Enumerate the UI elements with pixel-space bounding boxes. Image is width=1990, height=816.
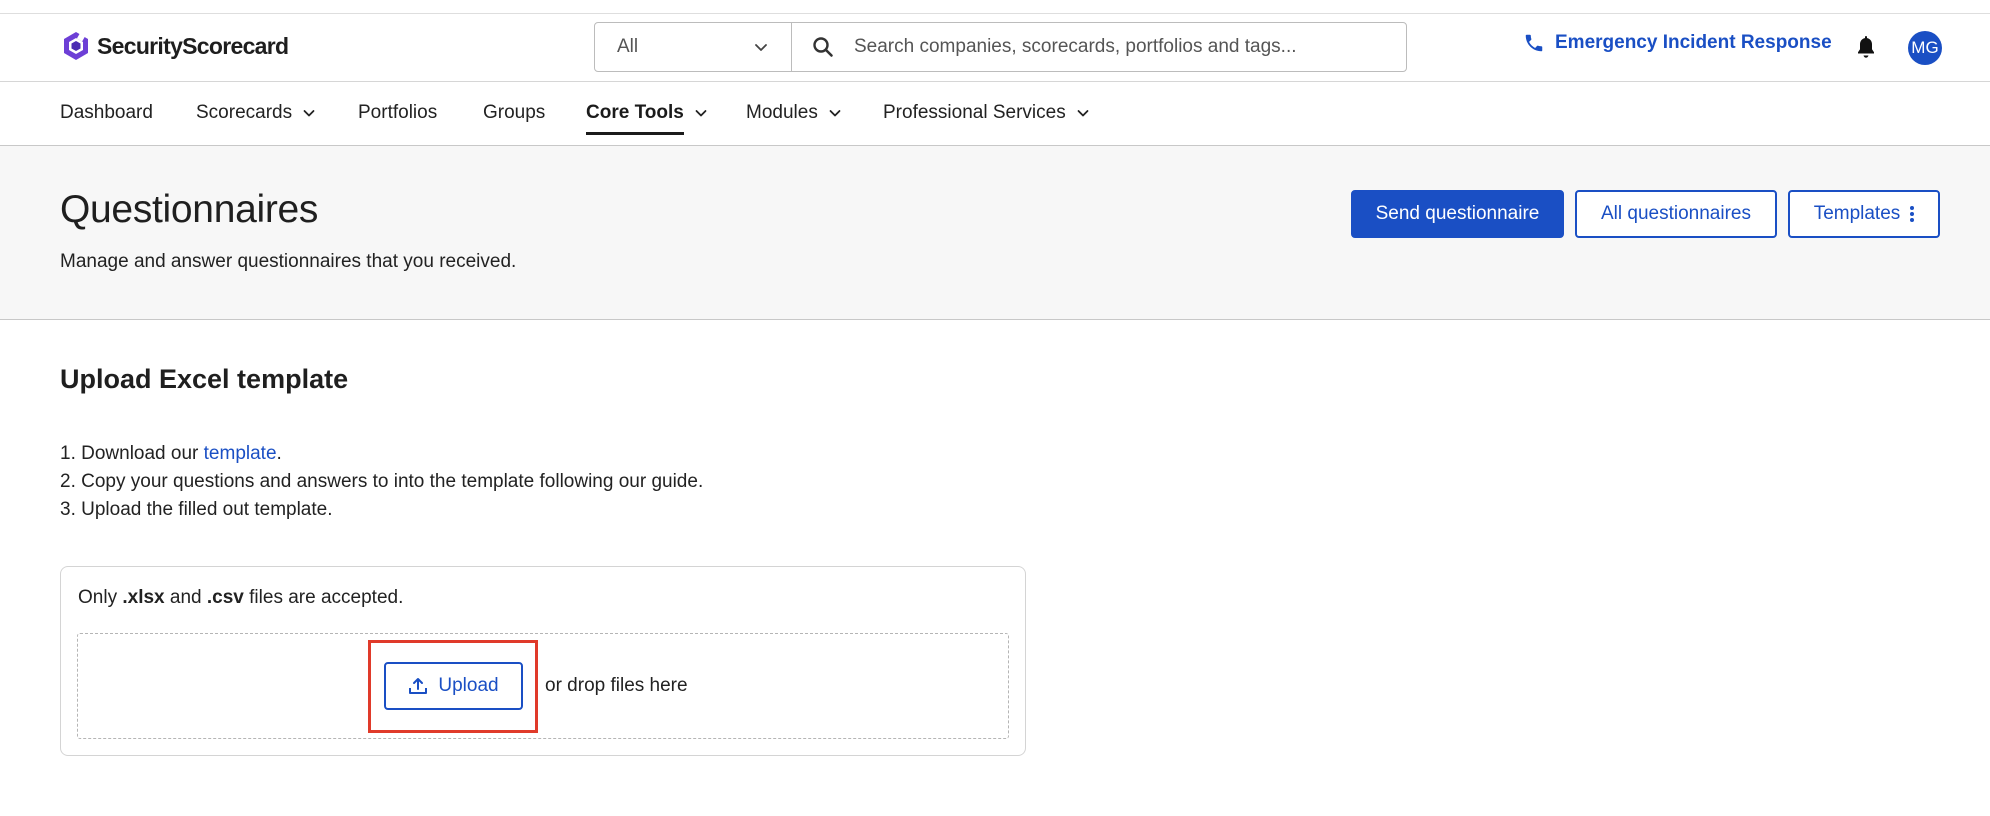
send-questionnaire-button[interactable]: Send questionnaire (1351, 190, 1564, 238)
upload-icon (409, 678, 428, 694)
search-scope-value: All (617, 36, 639, 57)
format-xlsx: .xlsx (122, 587, 165, 608)
instruction-step: 2. Copy your questions and answers to in… (60, 471, 704, 492)
chevron-down-icon (829, 110, 841, 117)
templates-button[interactable]: Templates (1788, 190, 1940, 238)
nav-label: Modules (746, 102, 818, 123)
chevron-down-icon (1077, 110, 1089, 117)
emergency-label: Emergency Incident Response (1555, 32, 1832, 53)
chevron-down-icon (303, 110, 315, 117)
page-title: Questionnaires (60, 188, 319, 231)
page-subtitle: Manage and answer questionnaires that yo… (60, 251, 517, 272)
step-text: . (276, 443, 282, 464)
brand-logo[interactable]: SecurityScorecard (60, 29, 289, 63)
nav-item-professional-services[interactable]: Professional Services (883, 102, 1090, 124)
all-questionnaires-button[interactable]: All questionnaires (1575, 190, 1777, 238)
chevron-down-icon (755, 44, 767, 51)
nav-label: Professional Services (883, 102, 1066, 123)
note-text: files are accepted. (243, 587, 404, 608)
instructions-list: 1. Download our template. 2. Copy your q… (60, 440, 703, 524)
search-field (792, 23, 1406, 71)
chevron-down-icon (695, 110, 707, 117)
nav-item-scorecards[interactable]: Scorecards (196, 102, 316, 124)
nav-item-modules[interactable]: Modules (746, 102, 842, 124)
phone-icon (1525, 34, 1543, 52)
instruction-step: 1. Download our template. (60, 440, 703, 468)
step-text: 1. Download our (60, 443, 204, 464)
nav-item-groups[interactable]: Groups (483, 102, 545, 124)
app-header: SecurityScorecard All Emergency Incident… (0, 14, 1990, 82)
templates-label: Templates (1813, 203, 1901, 224)
search-scope-select[interactable]: All (595, 23, 792, 71)
avatar-initials: MG (1911, 38, 1939, 57)
bell-icon[interactable] (1854, 35, 1878, 61)
emergency-incident-link[interactable]: Emergency Incident Response (1523, 32, 1832, 54)
nav-label: Groups (483, 102, 546, 123)
nav-label: Scorecards (196, 102, 293, 123)
search-input[interactable] (854, 36, 1374, 58)
kebab-icon (1910, 206, 1915, 222)
template-link[interactable]: template (204, 443, 277, 464)
nav-label: Dashboard (60, 102, 153, 123)
nav-label: Core Tools (586, 102, 684, 123)
nav-label: Portfolios (358, 102, 438, 123)
search-icon (813, 37, 833, 57)
format-csv: .csv (206, 587, 244, 608)
nav-item-dashboard[interactable]: Dashboard (60, 102, 153, 124)
note-text: and (164, 587, 207, 608)
brand-name: SecurityScorecard (97, 32, 289, 59)
logo-icon (64, 32, 88, 60)
section-title: Upload Excel template (60, 364, 349, 394)
drop-hint: or drop files here (545, 675, 688, 696)
instruction-step: 3. Upload the filled out template. (60, 499, 333, 520)
upload-card: Only .xlsx and .csv files are accepted. … (60, 566, 1026, 756)
user-avatar[interactable]: MG (1908, 31, 1942, 65)
active-tab-underline (586, 132, 684, 135)
nav-item-portfolios[interactable]: Portfolios (358, 102, 437, 124)
nav-item-core-tools[interactable]: Core Tools (586, 102, 708, 135)
upload-button[interactable]: Upload (384, 662, 523, 710)
main-nav: Dashboard Scorecards Portfolios Groups C… (0, 82, 1990, 146)
file-dropzone[interactable]: Upload or drop files here (77, 633, 1009, 739)
global-search: All (594, 22, 1407, 72)
accepted-formats-note: Only .xlsx and .csv files are accepted. (78, 587, 403, 609)
note-text: Only (78, 587, 123, 608)
page-header: Questionnaires Manage and answer questio… (0, 146, 1990, 320)
upload-button-label: Upload (438, 675, 499, 696)
